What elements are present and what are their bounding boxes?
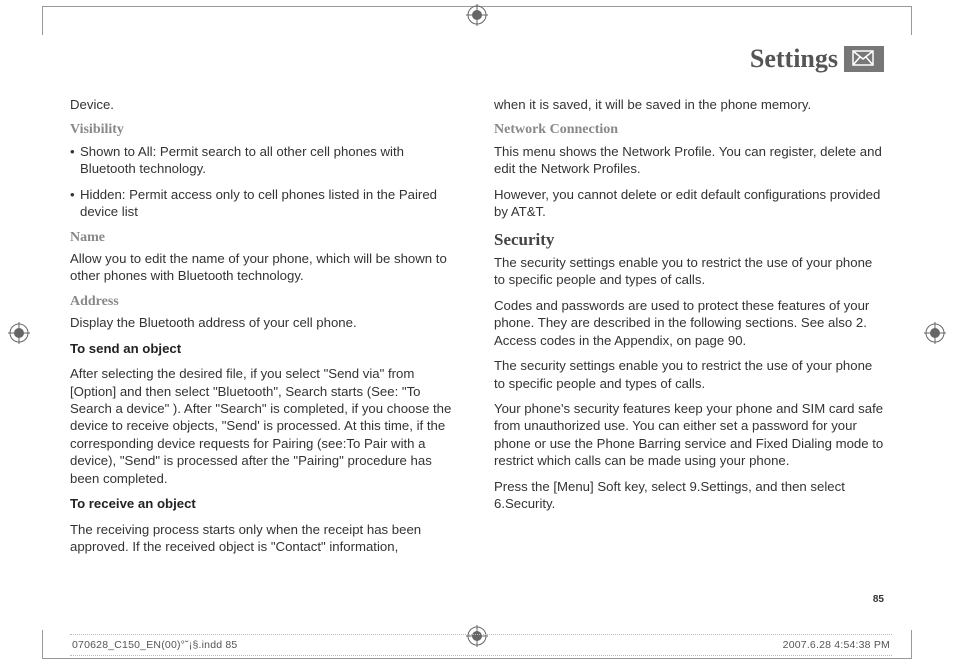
two-column-body: Device. Visibility Shown to All: Permit … (70, 96, 884, 587)
heading-network-connection: Network Connection (494, 121, 884, 139)
page-title: Settings (750, 44, 838, 74)
body-text: Codes and passwords are used to protect … (494, 297, 884, 349)
body-text: Allow you to edit the name of your phone… (70, 250, 460, 285)
body-text: when it is saved, it will be saved in th… (494, 96, 884, 113)
section-tab (844, 46, 884, 72)
subheading-receive-object: To receive an object (70, 495, 460, 512)
body-text: Display the Bluetooth address of your ce… (70, 314, 460, 331)
bullet-item: Hidden: Permit access only to cell phone… (70, 186, 460, 221)
print-sheet: Settings Device. Visibility Shown to All… (0, 0, 954, 665)
body-text: This menu shows the Network Profile. You… (494, 143, 884, 178)
body-text: The receiving process starts only when t… (70, 521, 460, 556)
footer-timestamp: 2007.6.28 4:54:38 PM (783, 639, 890, 651)
prepress-footer: 070628_C150_EN(00)°˘¡§.indd 85 2007.6.28… (70, 634, 892, 656)
bullet-item: Shown to All: Permit search to all other… (70, 143, 460, 178)
right-column: when it is saved, it will be saved in th… (494, 96, 884, 587)
body-text: The security settings enable you to rest… (494, 357, 884, 392)
heading-name: Name (70, 229, 460, 247)
heading-security: Security (494, 229, 884, 251)
heading-visibility: Visibility (70, 121, 460, 139)
page-content: Settings Device. Visibility Shown to All… (70, 44, 884, 605)
subheading-send-object: To send an object (70, 340, 460, 357)
registration-mark-icon (8, 322, 30, 344)
page-number: 85 (873, 594, 884, 605)
registration-mark-icon (466, 4, 488, 26)
body-text: Device. (70, 96, 460, 113)
body-text: After selecting the desired file, if you… (70, 365, 460, 487)
footer-filename: 070628_C150_EN(00)°˘¡§.indd 85 (72, 639, 237, 651)
body-text: Press the [Menu] Soft key, select 9.Sett… (494, 478, 884, 513)
registration-mark-icon (924, 322, 946, 344)
body-text: Your phone's security features keep your… (494, 400, 884, 470)
body-text: The security settings enable you to rest… (494, 254, 884, 289)
page-header: Settings (70, 44, 884, 80)
left-column: Device. Visibility Shown to All: Permit … (70, 96, 460, 587)
envelope-icon (852, 50, 874, 66)
body-text: However, you cannot delete or edit defau… (494, 186, 884, 221)
heading-address: Address (70, 293, 460, 311)
